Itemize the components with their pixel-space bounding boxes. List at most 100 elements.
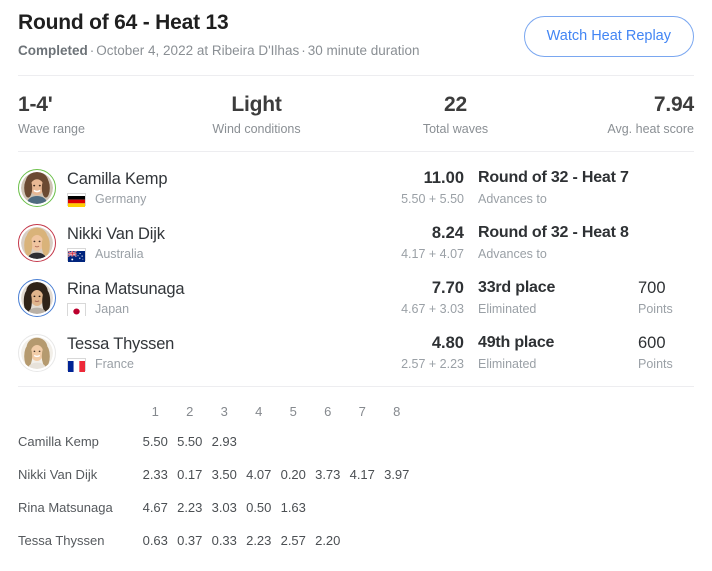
stat-label: Avg. heat score [607, 122, 694, 136]
wave-row: Rina Matsunaga 4.67 2.23 3.03 0.50 1.63 [18, 491, 414, 524]
wave-column-header: 3 [220, 403, 228, 419]
france-flag [67, 357, 86, 372]
surfer-country: Australia [67, 247, 360, 262]
wave-score: 0.63 [142, 533, 168, 548]
wave-score: 4.17 [349, 467, 375, 482]
surfer-identity: Nikki Van Dijk Australia [67, 224, 360, 262]
stat-total-waves: 22 Total waves [336, 92, 535, 137]
outcome-main: Round of 32 - Heat 7 [478, 169, 629, 186]
stat-label: Wind conditions [212, 122, 301, 136]
stat-value: 1-4' [18, 93, 53, 116]
heat-detail-page: Round of 64 - Heat 13 Completed · October … [0, 0, 712, 571]
surfer-results-list: Camilla Kemp Germany 11.00 5.50 + 5.50 R… [0, 152, 712, 386]
surfer-country: Japan [67, 302, 360, 317]
heat-duration: 30 minute duration [307, 43, 420, 58]
wave-row: Nikki Van Dijk 2.33 0.17 3.50 4.07 0.20 … [18, 458, 414, 491]
table-row[interactable]: Rina Matsunaga Japan 7.70 4.67 + 3.03 33… [18, 270, 694, 325]
wave-score: 5.50 [142, 434, 168, 449]
heat-date-location: October 4, 2022 at Ribeira D'Ilhas [96, 43, 300, 58]
wave-column-header: 6 [324, 403, 332, 419]
wave-score: 2.20 [315, 533, 341, 548]
wave-score: 0.37 [177, 533, 203, 548]
heat-stats: 1-4' Wave range Light Wind conditions 22… [0, 76, 712, 151]
wave-score: 0.33 [211, 533, 237, 548]
wave-score: 2.93 [211, 434, 237, 449]
australia-flag [67, 247, 86, 262]
points-label: Points [638, 302, 673, 316]
avatar [21, 171, 53, 204]
wave-column-header: 4 [255, 403, 263, 419]
page-title: Round of 64 - Heat 13 [18, 11, 229, 34]
wave-score [345, 491, 380, 524]
wave-score [380, 425, 415, 458]
meta-separator-2: · [301, 43, 306, 58]
score-column: 8.24 4.17 + 4.07 [360, 223, 478, 262]
wave-row: Tessa Thyssen 0.63 0.37 0.33 2.23 2.57 2… [18, 524, 414, 557]
table-row[interactable]: Nikki Van Dijk Australia 8.24 4.17 + 4.0… [18, 215, 694, 270]
country-label: France [95, 356, 134, 371]
avatar-ring [18, 333, 56, 372]
points-value: 700 [638, 279, 666, 297]
wave-score: 0.50 [246, 500, 272, 515]
stat-avg-heat-score: 7.94 Avg. heat score [535, 92, 694, 137]
status-badge: Completed [18, 43, 88, 58]
country-label: Germany [95, 191, 147, 206]
surfer-name: Rina Matsunaga [67, 279, 185, 298]
points-column: 700 Points [638, 278, 694, 317]
score-breakdown: 4.17 + 4.07 [401, 247, 464, 261]
score-column: 7.70 4.67 + 3.03 [360, 278, 478, 317]
wave-score: 1.63 [280, 500, 306, 515]
surfer-name: Camilla Kemp [67, 169, 168, 188]
stat-wind-conditions: Light Wind conditions [177, 92, 336, 137]
wave-row-name: Nikki Van Dijk [18, 467, 98, 482]
wave-score [380, 524, 415, 557]
watch-heat-replay-button[interactable]: Watch Heat Replay [523, 16, 694, 57]
wave-score: 3.50 [211, 467, 237, 482]
wave-score: 3.73 [315, 467, 341, 482]
wave-score: 4.67 [142, 500, 168, 515]
outcome-column: 49th place Eliminated [478, 333, 638, 372]
germany-flag [67, 192, 86, 207]
wave-score: 2.57 [280, 533, 306, 548]
avatar [21, 281, 53, 314]
score-breakdown: 5.50 + 5.50 [401, 192, 464, 206]
avatar-ring [18, 278, 56, 317]
country-label: Japan [95, 301, 130, 316]
points-value: 600 [638, 334, 666, 352]
outcome-column: Round of 32 - Heat 8 Advances to [478, 223, 638, 262]
wave-score: 3.97 [384, 467, 410, 482]
wave-column-header: 1 [151, 403, 159, 419]
stat-value: 22 [444, 93, 467, 116]
wave-score [345, 524, 380, 557]
table-row[interactable]: Tessa Thyssen France 4.80 2.57 + 2.23 49… [18, 325, 694, 380]
points-label: Points [638, 357, 673, 371]
wave-header-row: 1 2 3 4 5 6 7 8 [18, 397, 414, 425]
avatar [21, 226, 53, 259]
wave-score [380, 491, 415, 524]
heat-total-score: 11.00 [423, 169, 464, 187]
wave-column-header: 8 [393, 403, 401, 419]
wave-score [311, 491, 346, 524]
wave-column-header: 7 [358, 403, 366, 419]
stat-wave-range: 1-4' Wave range [18, 92, 177, 137]
surfer-identity: Tessa Thyssen France [67, 334, 360, 372]
stat-value: Light [231, 93, 282, 116]
japan-flag [67, 302, 86, 317]
wave-score: 0.20 [280, 467, 306, 482]
stat-value: 7.94 [653, 93, 694, 116]
wave-row-name: Rina Matsunaga [18, 500, 113, 515]
surfer-identity: Camilla Kemp Germany [67, 169, 360, 207]
outcome-main: Round of 32 - Heat 8 [478, 224, 629, 241]
wave-score: 2.33 [142, 467, 168, 482]
country-label: Australia [95, 246, 144, 261]
avatar-ring [18, 223, 56, 262]
table-row[interactable]: Camilla Kemp Germany 11.00 5.50 + 5.50 R… [18, 160, 694, 215]
surfer-identity: Rina Matsunaga Japan [67, 279, 360, 317]
outcome-column: Round of 32 - Heat 7 Advances to [478, 168, 638, 207]
heat-header-text: Round of 64 - Heat 13 Completed · October … [18, 8, 420, 59]
wave-score: 2.23 [177, 500, 203, 515]
points-column: 600 Points [638, 333, 694, 372]
stat-label: Total waves [422, 122, 489, 136]
avatar-ring [18, 168, 56, 207]
surfer-name: Nikki Van Dijk [67, 224, 165, 243]
